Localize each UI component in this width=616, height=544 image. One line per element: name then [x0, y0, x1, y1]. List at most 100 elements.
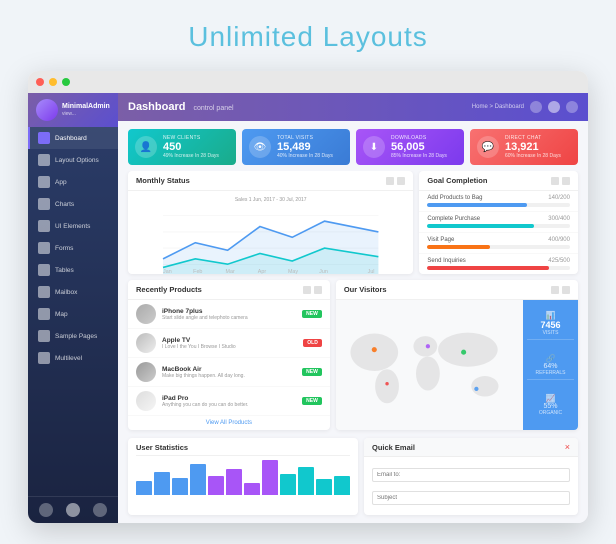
chart-panel: Monthly Status Sales 1 Jun, 2017 - 30 Ju…: [128, 171, 413, 274]
browser-bar: [28, 71, 588, 93]
browser-dot-yellow: [49, 78, 57, 86]
browser-frame: MinimalAdmin view... Dashboard Layout Op…: [28, 71, 588, 523]
tables-icon: [38, 264, 50, 276]
browser-dot-green: [62, 78, 70, 86]
map-icon: [38, 308, 50, 320]
goal-ctrl-2[interactable]: [562, 177, 570, 185]
visits-icon: 👁: [249, 136, 271, 158]
chat-change: 60% Increase In 28 Days: [505, 153, 561, 159]
user-stats-title: User Statistics: [136, 443, 188, 452]
bar-10: [316, 479, 332, 495]
visits-number: 15,489: [277, 142, 333, 153]
sidebar-item-app[interactable]: App: [28, 171, 118, 193]
bar-8: [280, 474, 296, 495]
bar-1: [154, 472, 170, 495]
product-name-1: Apple TV: [162, 337, 297, 344]
product-avatar-2: [136, 362, 156, 382]
main-content: Dashboard control panel Home > Dashboard…: [118, 93, 588, 523]
vis-icon-0: 📊: [527, 311, 574, 320]
goal-count-0: 140/200: [548, 195, 570, 201]
goal-count-1: 300/400: [548, 216, 570, 222]
product-desc-3: Anything you can do you can do better.: [162, 402, 296, 408]
vis-stat-0: 📊 7456 VISITS: [527, 311, 574, 340]
map-area: 📊 7456 VISITS 🔗 64% REFERRALS 📈: [336, 300, 578, 430]
product-desc-0: Start slide angle and telephoto camera: [162, 315, 296, 321]
sidebar-item-multilevel[interactable]: Multilevel: [28, 347, 118, 369]
sidebar-item-forms[interactable]: Forms: [28, 237, 118, 259]
view-all-products[interactable]: View All Products: [128, 416, 330, 430]
goal-ctrl-1[interactable]: [551, 177, 559, 185]
goal-title: Goal Completion: [427, 176, 487, 185]
sidebar-bottom-icon-2[interactable]: [66, 503, 80, 517]
quick-email-close[interactable]: ×: [565, 442, 570, 452]
product-info-2: MacBook Air Make big things happen. All …: [162, 366, 296, 379]
notification-icon[interactable]: [530, 101, 542, 113]
svg-text:Jan: Jan: [163, 269, 172, 274]
downloads-number: 56,005: [391, 142, 447, 153]
vis-lbl-0: VISITS: [527, 330, 574, 336]
settings-icon[interactable]: [548, 101, 560, 113]
product-badge-0: NEW: [302, 310, 322, 318]
products-ctrl-2[interactable]: [314, 286, 322, 294]
sidebar-logo-text: MinimalAdmin: [62, 103, 110, 111]
chart-ctrl-2[interactable]: [397, 177, 405, 185]
svg-text:Jul: Jul: [368, 269, 375, 274]
visitors-controls: [551, 286, 570, 294]
quick-email-header: Quick Email ×: [364, 438, 578, 457]
sidebar-item-sample[interactable]: Sample Pages: [28, 325, 118, 347]
breadcrumb: Home > Dashboard: [472, 104, 524, 110]
stat-card-clients: 👤 NEW CLIENTS 450 49% Increase In 28 Day…: [128, 129, 236, 165]
chart-svg: Jan Feb Mar Apr May Jun Jul: [136, 205, 405, 274]
chart-controls: [386, 177, 405, 185]
sidebar-item-dashboard[interactable]: Dashboard: [28, 127, 118, 149]
sidebar-item-mailbox[interactable]: Mailbox: [28, 281, 118, 303]
product-badge-1: OLD: [303, 339, 322, 347]
goal-count-3: 425/500: [548, 258, 570, 264]
vis-icon-1: 🔗: [527, 354, 574, 363]
sidebar-label-mailbox: Mailbox: [55, 289, 77, 296]
chart-title: Monthly Status: [136, 176, 190, 185]
header-title: Dashboard: [128, 101, 185, 113]
clients-change: 49% Increase In 28 Days: [163, 153, 219, 159]
sidebar-item-layout[interactable]: Layout Options: [28, 149, 118, 171]
sidebar-bottom: [28, 496, 118, 523]
products-ctrl-1[interactable]: [303, 286, 311, 294]
sidebar-logo-sub: view...: [62, 111, 110, 117]
stat-card-visits: 👁 TOTAL VISITS 15,489 40% Increase In 28…: [242, 129, 350, 165]
sample-icon: [38, 330, 50, 342]
visitors-title: Our Visitors: [344, 285, 387, 294]
email-subject-field[interactable]: [372, 491, 570, 505]
bar-2: [172, 478, 188, 496]
product-item-2: MacBook Air Make big things happen. All …: [128, 358, 330, 387]
bar-6: [244, 483, 260, 495]
sidebar-bottom-icon-3[interactable]: [93, 503, 107, 517]
goal-panel: Goal Completion Add Products to Bag 140/…: [419, 171, 578, 274]
sidebar-item-charts[interactable]: Charts: [28, 193, 118, 215]
stat-cards: 👤 NEW CLIENTS 450 49% Increase In 28 Day…: [118, 121, 588, 171]
sidebar-bottom-icon-1[interactable]: [39, 503, 53, 517]
sidebar-item-map[interactable]: Map: [28, 303, 118, 325]
products-controls: [303, 286, 322, 294]
visitors-ctrl-2[interactable]: [562, 286, 570, 294]
line-chart: Sales 1 Jun, 2017 - 30 Jul, 2017: [128, 191, 413, 274]
vis-stat-2: 📈 55% ORGANIC: [527, 394, 574, 419]
dashboard: MinimalAdmin view... Dashboard Layout Op…: [28, 93, 588, 523]
chart-panel-header: Monthly Status: [128, 171, 413, 191]
goal-item-2: Visit Page 400/900: [419, 233, 578, 254]
downloads-change: 85% Increase In 28 Days: [391, 153, 447, 159]
products-panel: Recently Products iPhone 7plus Start sli…: [128, 280, 330, 430]
visitors-ctrl-1[interactable]: [551, 286, 559, 294]
user-icon[interactable]: [566, 101, 578, 113]
sidebar-item-ui[interactable]: UI Elements: [28, 215, 118, 237]
email-to-field[interactable]: [372, 468, 570, 482]
goal-item-1: Complete Purchase 300/400: [419, 212, 578, 233]
products-panel-header: Recently Products: [128, 280, 330, 300]
header-right: Home > Dashboard: [472, 101, 578, 113]
sidebar-item-tables[interactable]: Tables: [28, 259, 118, 281]
middle-section: Monthly Status Sales 1 Jun, 2017 - 30 Ju…: [118, 171, 588, 280]
product-avatar-3: [136, 391, 156, 411]
quick-email-panel: Quick Email ×: [364, 438, 578, 515]
sidebar-label-map: Map: [55, 311, 68, 318]
goal-panel-header: Goal Completion: [419, 171, 578, 191]
chart-ctrl-1[interactable]: [386, 177, 394, 185]
